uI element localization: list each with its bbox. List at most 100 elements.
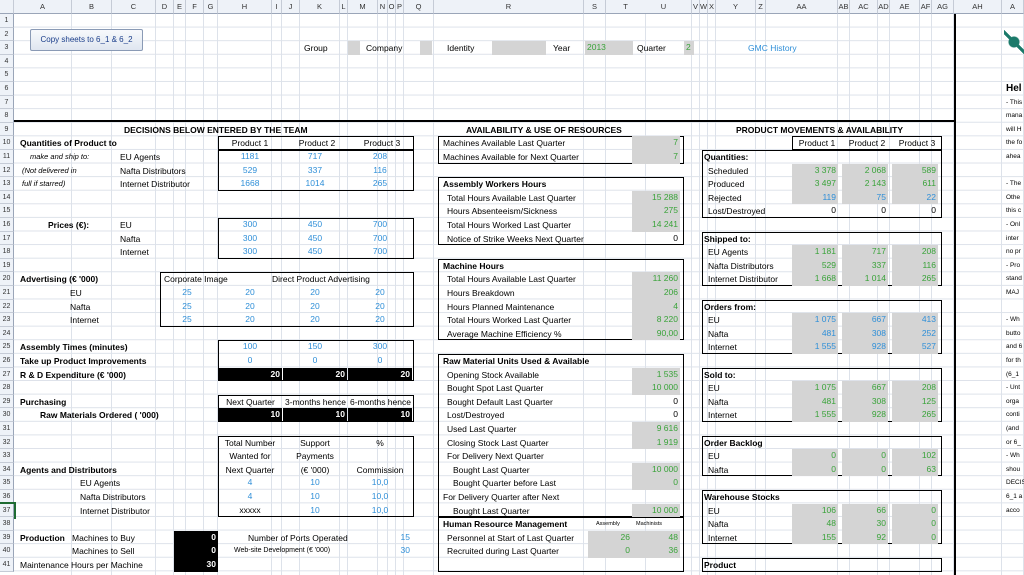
movement-value[interactable]: 0 [842,462,888,477]
row-header[interactable]: 8 [0,109,14,123]
company-input[interactable] [420,41,432,55]
column-header[interactable]: Y [716,0,756,14]
production-input[interactable]: 0 [174,530,218,545]
row-header[interactable]: 2 [0,27,14,42]
row-header[interactable]: 19 [0,258,14,273]
agent-input[interactable]: xxxxx [218,504,282,518]
movement-value[interactable]: 0 [792,204,838,218]
movement-value[interactable]: 1 181 [792,245,838,259]
row-header[interactable]: 25 [0,340,14,354]
column-header[interactable]: N [378,0,388,14]
movement-value[interactable]: 3 378 [792,163,838,178]
movement-value[interactable]: 30 [842,517,888,531]
column-header[interactable]: E [174,0,186,14]
movement-value[interactable]: 252 [892,326,938,341]
column-header[interactable]: U [636,0,692,14]
advertising-input[interactable]: 20 [283,300,347,314]
row-header[interactable]: 23 [0,313,14,327]
movement-value[interactable]: 667 [842,313,888,327]
column-header[interactable]: L [340,0,348,14]
resource-value[interactable]: 90,00 [632,326,680,341]
row-header[interactable]: 41 [0,558,14,572]
movement-value[interactable]: 0 [892,503,938,518]
row-header[interactable]: 36 [0,490,14,504]
movement-value[interactable]: 529 [792,258,838,273]
movement-value[interactable]: 0 [842,449,888,463]
identity-input[interactable] [492,41,546,55]
advertising-input[interactable]: 20 [218,313,282,327]
movement-value[interactable]: 92 [842,530,888,545]
resource-value[interactable]: 9 616 [632,422,680,436]
raw-material-input[interactable]: 10 [218,408,282,422]
column-header[interactable]: AG [932,0,954,14]
movement-value[interactable]: 0 [842,204,888,218]
agent-input[interactable]: 4 [218,490,282,504]
ports-input[interactable]: 15 [372,531,412,545]
resource-value[interactable]: 275 [632,204,680,218]
movement-value[interactable]: 3 497 [792,177,838,191]
column-header[interactable]: AE [890,0,920,14]
resource-value[interactable]: 7 [632,150,680,164]
row-header[interactable]: 7 [0,95,14,110]
column-header[interactable]: M [348,0,378,14]
row-header[interactable]: 30 [0,408,14,422]
movement-value[interactable]: 208 [892,245,938,259]
movement-value[interactable]: 1 014 [842,272,888,286]
row-header[interactable]: 40 [0,544,14,558]
movement-value[interactable]: 1 555 [792,340,838,354]
movement-value[interactable]: 928 [842,408,888,422]
column-header[interactable]: D [156,0,174,14]
row-header[interactable]: 10 [0,136,14,150]
movement-value[interactable]: 337 [842,258,888,273]
column-header[interactable]: K [300,0,340,14]
column-header[interactable]: AH [954,0,1002,14]
row-header[interactable]: 37 [0,501,16,520]
row-header[interactable]: 24 [0,326,14,341]
row-header[interactable]: 27 [0,367,14,382]
row-header[interactable]: 3 [0,41,14,55]
advertising-input[interactable]: 20 [218,286,282,300]
row-header[interactable]: 34 [0,462,14,477]
movement-value[interactable]: 0 [892,204,938,218]
row-header[interactable]: 35 [0,476,14,490]
column-header[interactable]: AF [920,0,932,14]
movement-value[interactable]: 1 075 [792,313,838,327]
movement-value[interactable]: 208 [892,381,938,395]
advertising-input[interactable]: 20 [348,286,412,300]
movement-value[interactable]: 2 143 [842,177,888,191]
resource-value[interactable]: 14 241 [632,218,680,232]
resource-value[interactable]: 15 288 [632,190,680,205]
row-header[interactable]: 31 [0,422,14,436]
group-input[interactable] [348,41,360,55]
resource-value[interactable]: 8 220 [632,313,680,327]
movement-value[interactable]: 481 [792,326,838,341]
resource-value[interactable]: 10 000 [632,381,680,395]
column-header[interactable]: R [434,0,584,14]
row-header[interactable]: 22 [0,299,14,314]
agent-input[interactable]: 10,0 [348,476,412,490]
row-header[interactable]: 12 [0,163,14,178]
column-header[interactable]: H [218,0,272,14]
movement-value[interactable]: 928 [842,340,888,354]
resource-value[interactable]: 0 [632,408,680,422]
column-header[interactable]: B [72,0,112,14]
row-header[interactable]: 5 [0,68,14,82]
resource-value[interactable]: 1 919 [632,435,680,450]
movement-value[interactable]: 1 555 [792,408,838,422]
row-header[interactable]: 21 [0,286,14,300]
column-header[interactable]: J [282,0,300,14]
movement-value[interactable]: 527 [892,340,938,354]
row-header[interactable]: 15 [0,204,14,218]
movement-value[interactable]: 611 [892,177,938,191]
movement-value[interactable]: 265 [892,272,938,286]
resource-value[interactable]: 0 [632,476,680,490]
row-header[interactable]: 26 [0,354,14,368]
resource-value[interactable] [632,490,680,504]
movement-value[interactable]: 308 [842,326,888,341]
column-header[interactable]: S [584,0,606,14]
movement-value[interactable]: 0 [892,530,938,545]
agent-input[interactable]: 10,0 [348,490,412,504]
agent-input[interactable]: 10 [283,476,347,490]
movement-value[interactable]: 0 [792,462,838,477]
hr-machinist-value[interactable]: 48 [632,530,680,545]
